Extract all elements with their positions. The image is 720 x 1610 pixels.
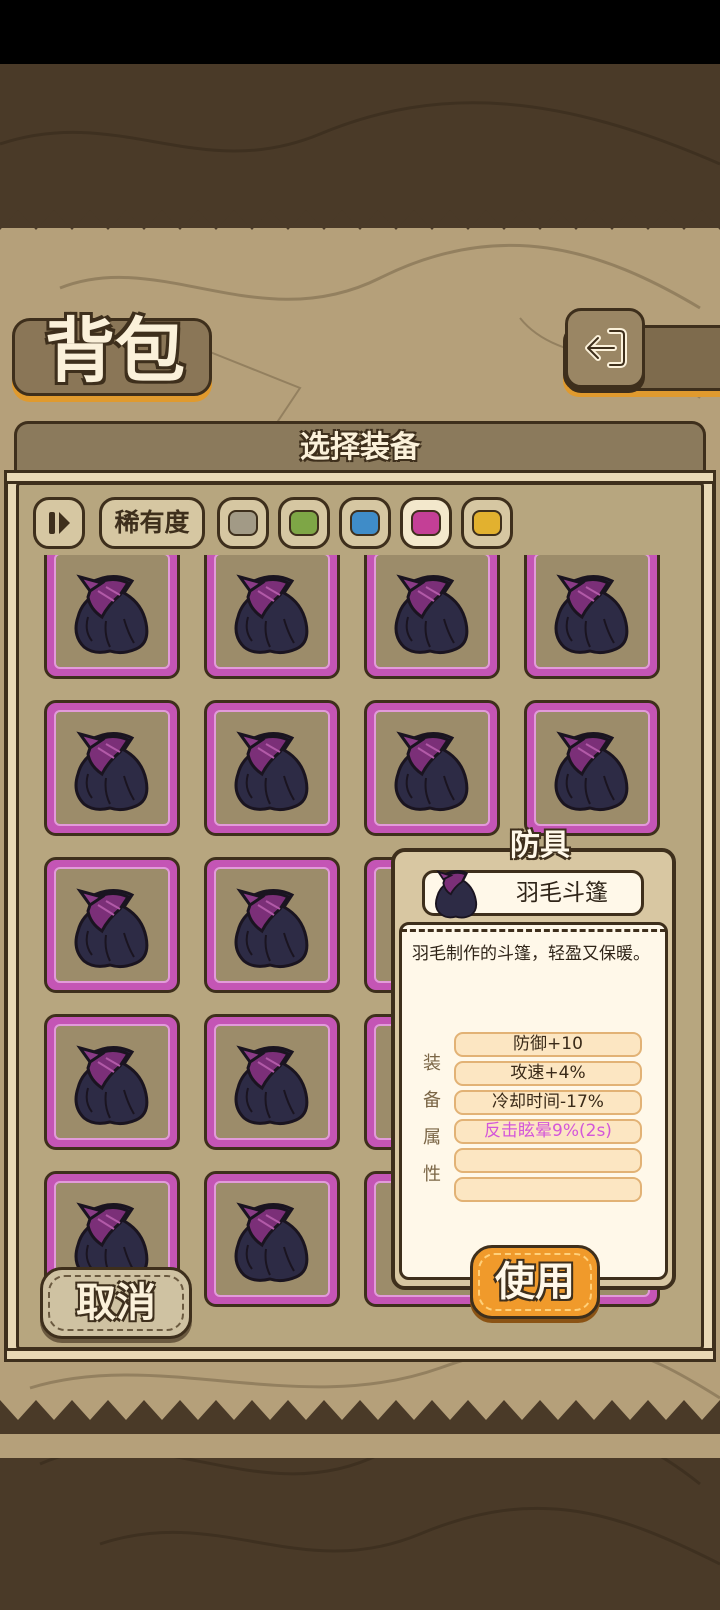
dialog-rail-bottom <box>4 1348 716 1362</box>
cancel-label: 取消 <box>76 1279 156 1326</box>
equipment-slot[interactable] <box>524 555 660 679</box>
attr-label-4: 性 <box>423 1164 441 1185</box>
equipment-slot-frame <box>214 710 330 826</box>
use-label: 使用 <box>495 1258 575 1305</box>
equipment-slot-frame <box>374 555 490 669</box>
equipment-slot[interactable] <box>204 1171 340 1307</box>
status-bar <box>0 0 720 64</box>
dialog-title: 选择装备 <box>300 430 420 465</box>
equipment-slot-frame <box>54 555 170 669</box>
equipment-slot[interactable] <box>364 555 500 679</box>
attr-defense: 防御+10 <box>454 1032 642 1057</box>
equipment-slot[interactable] <box>44 700 180 836</box>
equipment-slot[interactable] <box>44 555 180 679</box>
rarity-swatch-green-fill <box>289 510 319 536</box>
equipment-slot-frame <box>214 1024 330 1140</box>
rarity-swatch-purple[interactable] <box>400 497 452 549</box>
torn-edge-top <box>0 196 720 230</box>
sort-toggle-icon <box>49 512 70 534</box>
equipment-slot[interactable] <box>204 1014 340 1150</box>
feather-cloak-icon <box>74 1045 149 1126</box>
sort-toggle-button[interactable] <box>33 497 85 549</box>
attr-label-3: 属 <box>423 1127 441 1148</box>
rarity-swatch-gray[interactable] <box>217 497 269 549</box>
feather-cloak-icon <box>234 1202 309 1283</box>
back-button[interactable] <box>565 308 645 388</box>
attr-attack-speed: 攻速+4% <box>454 1061 642 1086</box>
feather-cloak-icon <box>74 574 149 655</box>
rarity-swatch-green[interactable] <box>278 497 330 549</box>
rarity-swatch-blue-fill <box>350 510 380 536</box>
rarity-swatch-gray-fill <box>228 510 258 536</box>
feather-cloak-icon <box>234 1045 309 1126</box>
attr-counter-stun: 反击眩晕9%(2s) <box>454 1119 642 1144</box>
equipment-slot-frame <box>214 867 330 983</box>
item-category: 防具 <box>510 828 570 863</box>
feather-cloak-icon <box>394 731 469 812</box>
feather-cloak-icon <box>554 731 629 812</box>
equipment-slot[interactable] <box>204 555 340 679</box>
rarity-swatch-gold-fill <box>472 510 502 536</box>
tooltip-divider <box>401 929 666 932</box>
equipment-slot-frame <box>374 710 490 826</box>
equipment-slot[interactable] <box>364 700 500 836</box>
feather-cloak-icon <box>234 731 309 812</box>
equipment-slot[interactable] <box>524 700 660 836</box>
torn-edge-bottom <box>0 1400 720 1434</box>
equipment-slot[interactable] <box>204 700 340 836</box>
feather-cloak-icon <box>234 574 309 655</box>
attr-empty-1 <box>454 1148 642 1173</box>
rarity-filter-label: 稀有度 <box>99 497 205 549</box>
equipment-slot-frame <box>54 1024 170 1140</box>
item-description: 羽毛制作的斗篷，轻盈又保暖。 <box>412 944 650 964</box>
equipment-slot[interactable] <box>204 857 340 993</box>
feather-cloak-icon <box>394 574 469 655</box>
attr-empty-2 <box>454 1177 642 1202</box>
rarity-swatch-blue[interactable] <box>339 497 391 549</box>
back-arrow-icon <box>585 328 627 368</box>
page-title: 背包 <box>45 309 185 392</box>
attr-label-2: 备 <box>423 1090 441 1111</box>
rarity-swatch-gold[interactable] <box>461 497 513 549</box>
item-name: 羽毛斗篷 <box>516 880 608 906</box>
dialog-rail-top <box>4 470 716 484</box>
equipment-slot-frame <box>54 867 170 983</box>
equipment-slot-frame <box>534 710 650 826</box>
equipment-slot-frame <box>54 710 170 826</box>
equipment-slot-frame <box>214 1181 330 1297</box>
equipment-slot[interactable] <box>44 1014 180 1150</box>
equipment-slot-frame <box>214 555 330 669</box>
feather-cloak-icon <box>74 888 149 969</box>
equipment-slot-frame <box>534 555 650 669</box>
feather-cloak-icon <box>435 870 478 919</box>
feather-cloak-icon <box>234 888 309 969</box>
attr-label-1: 装 <box>423 1053 441 1074</box>
rarity-swatch-purple-fill <box>411 510 441 536</box>
equipment-slot[interactable] <box>44 857 180 993</box>
feather-cloak-icon <box>554 574 629 655</box>
feather-cloak-icon <box>74 731 149 812</box>
attr-cooldown: 冷却时间-17% <box>454 1090 642 1115</box>
